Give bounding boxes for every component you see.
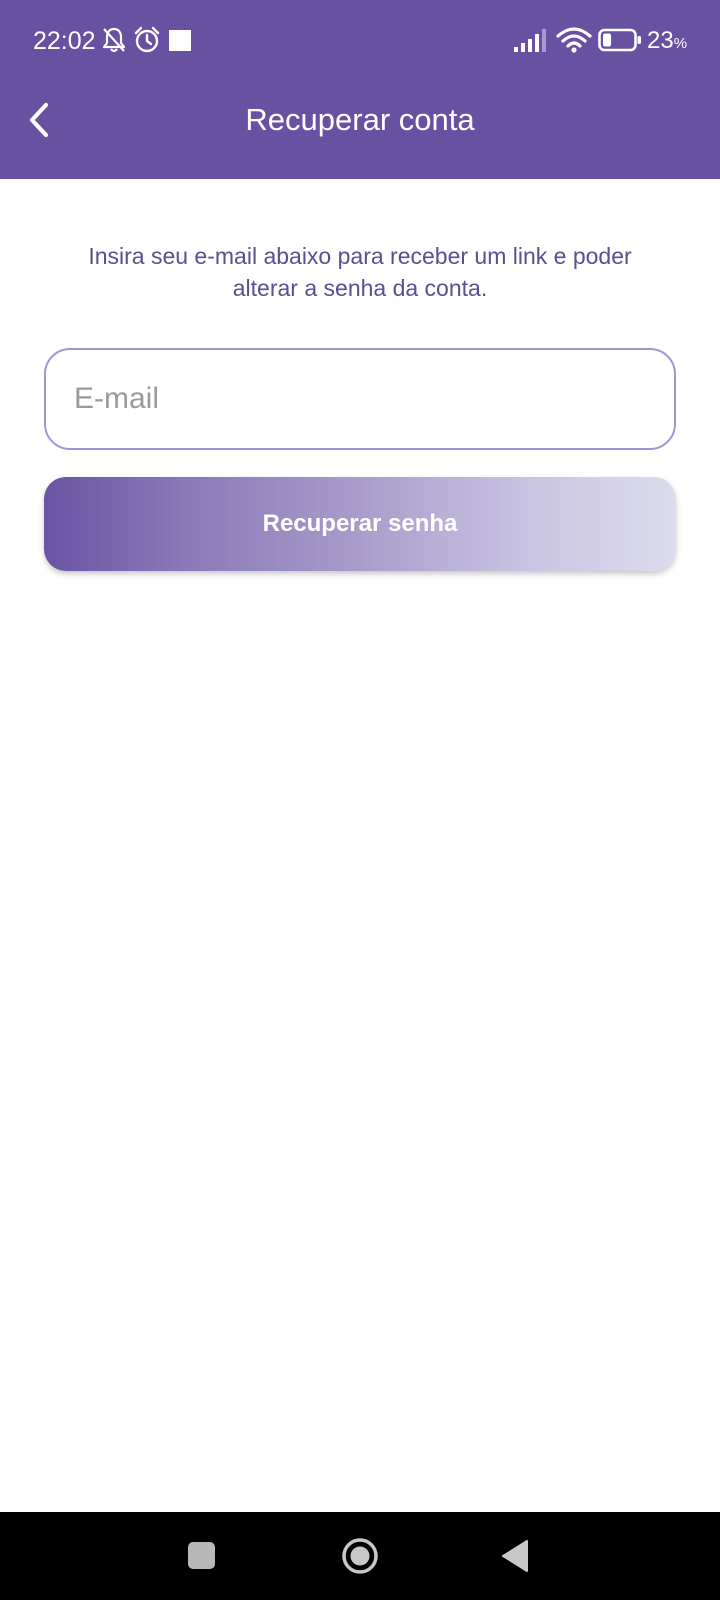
notification-square-icon: [169, 30, 191, 51]
app-header: Recuperar conta: [0, 80, 720, 179]
signal-icon: [514, 29, 546, 52]
battery-percentage: 23%: [647, 27, 688, 54]
page-title: Recuperar conta: [245, 102, 475, 137]
instructions-text: Insira seu e-mail abaixo para receber um…: [88, 243, 632, 301]
back-triangle-icon[interactable]: [500, 1538, 530, 1574]
recover-password-button[interactable]: Recuperar senha: [44, 477, 676, 571]
recents-icon[interactable]: [188, 1542, 215, 1569]
recover-account-screen: 22:02 23% Recuperar conta Insira seu e-m…: [0, 0, 720, 1600]
status-bar: 22:02 23%: [0, 0, 720, 80]
navigation-bar: [0, 1512, 720, 1600]
alarm-icon: [134, 26, 160, 53]
battery-icon: [598, 28, 641, 52]
home-icon[interactable]: [340, 1536, 380, 1576]
bell-off-icon: [102, 27, 126, 53]
wifi-icon: [556, 27, 592, 53]
email-input[interactable]: [44, 348, 676, 450]
status-time: 22:02: [33, 27, 96, 55]
